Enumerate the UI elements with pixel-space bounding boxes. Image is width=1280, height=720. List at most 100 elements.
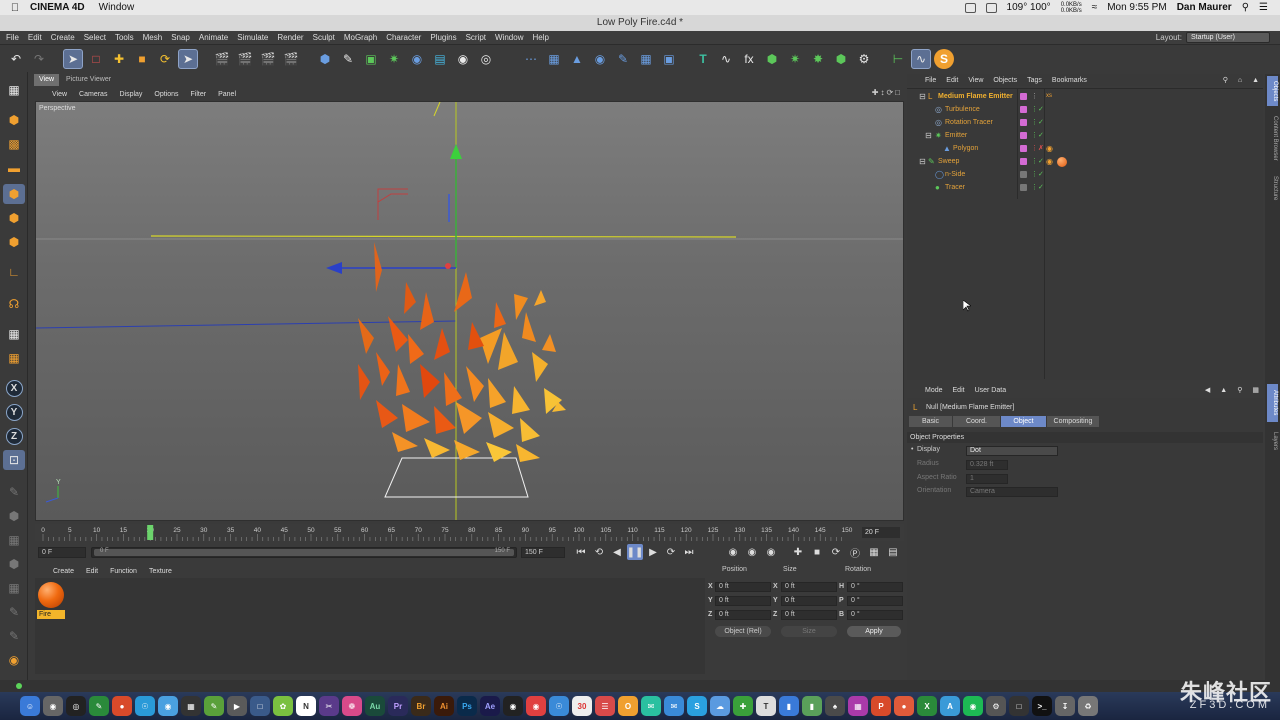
layer-color-tag[interactable] [1020,119,1027,126]
pause-icon[interactable]: ❚❚ [627,544,643,560]
undo-icon[interactable]: ↶ [6,49,26,69]
window-menu[interactable]: Window [99,2,135,13]
phong-tag-icon[interactable]: ◉ [1046,155,1053,168]
z-axis-lock-icon[interactable]: Z [3,426,25,446]
layout-select[interactable]: Startup (User) [1186,32,1270,43]
object-name[interactable]: Medium Flame Emitter [938,90,1013,103]
make-editable-icon[interactable]: ▦ [3,80,25,100]
om-menu-edit[interactable]: Edit [946,77,958,84]
network-monitor[interactable]: 0.0KB/s 0.0KB/s [1061,2,1082,14]
rotation-p-field[interactable]: 0 ° [847,596,903,606]
position-z-field[interactable]: 0 ft [715,610,771,620]
viewport-perspective[interactable]: Perspective Y [35,101,904,521]
collapse-icon[interactable]: ⊟ [919,90,926,103]
menu-help[interactable]: Help [532,33,548,42]
downloads-icon[interactable]: ↧ [1055,696,1075,716]
spline-tool-icon[interactable]: ∿ [716,49,736,69]
user-name[interactable]: Dan Maurer [1177,2,1232,13]
menu-create[interactable]: Create [51,33,75,42]
object-row[interactable]: ◎ Rotation Tracer ⋮✓ [907,116,1263,129]
fire-material-preview[interactable] [38,582,64,608]
pin-icon[interactable]: ✎ [3,626,25,646]
terminal-app-icon[interactable]: >_ [1032,696,1052,716]
disabled-check[interactable]: ⋮✗ [1031,142,1044,155]
leaf-icon[interactable]: ✿ [273,696,293,716]
search-icon[interactable]: ⚲ [1242,2,1249,13]
position-x-field[interactable]: 0 ft [715,582,771,592]
redo-icon[interactable]: ↷ [29,49,49,69]
fx-icon[interactable]: fx [739,49,759,69]
sketch-toon-icon[interactable]: S [934,49,954,69]
stats-icon[interactable]: ▮ [779,696,799,716]
menu-simulate[interactable]: Simulate [237,33,268,42]
layer-color-tag[interactable] [1020,132,1027,139]
camera-app-icon[interactable]: ◎ [66,696,86,716]
deformer-icon[interactable]: ◉ [407,49,427,69]
reminders-icon[interactable]: ☰ [595,696,615,716]
trash-icon[interactable]: ♻ [1078,696,1098,716]
fire-material-tag-icon[interactable] [1057,157,1067,167]
photos-icon[interactable]: ◉ [43,696,63,716]
notification-icon[interactable]: ☰ [1259,2,1268,13]
edges-mode-icon[interactable]: ⬢ [3,208,25,228]
viewport-menu-filter[interactable]: Filter [191,91,207,98]
object-row[interactable]: ● Tracer ⋮✓ [907,181,1263,194]
object-row[interactable]: ▲ Polygon ⋮✗ ◉ [907,142,1263,155]
rotate-icon[interactable]: ⟳ [155,49,175,69]
snap-enable-icon[interactable]: ◉ [3,650,25,670]
object-name[interactable]: Tracer [945,181,965,194]
material-menu-function[interactable]: Function [110,568,137,575]
menu-plugins[interactable]: Plugins [430,33,456,42]
menu-window[interactable]: Window [495,33,523,42]
plus-icon[interactable]: ✚ [733,696,753,716]
layer-color-tag[interactable] [1020,145,1027,152]
layer-color-tag[interactable] [1020,171,1027,178]
viewport-menu-panel[interactable]: Panel [218,91,236,98]
premiere-icon[interactable]: Pr [388,696,408,716]
wifi-icon[interactable]: ≈ [1092,2,1098,13]
chat-icon[interactable]: ✉ [664,696,684,716]
go-to-start-icon[interactable]: ⏮ [573,544,589,560]
object-name[interactable]: Turbulence [945,103,980,116]
rotation-key-icon[interactable]: ⟳ [828,544,844,560]
x-app-icon[interactable]: X [917,696,937,716]
collapse-icon[interactable]: ⊟ [925,129,932,142]
coord-mode-dropdown[interactable]: Object (Rel) [715,626,771,637]
record-active-icon[interactable]: ◉ [725,544,741,560]
display-dropdown[interactable]: Dot [966,446,1058,456]
skype-icon[interactable]: S [687,696,707,716]
side-tab-attributes[interactable]: Attributes [1267,384,1278,422]
tab-object[interactable]: Object [1001,416,1046,427]
utility-gear-icon[interactable]: ⚙ [986,696,1006,716]
enabled-check[interactable]: ⋮✓ [1031,103,1044,116]
apple-icon[interactable]:  [0,2,30,14]
rotation-b-field[interactable]: 0 ° [847,610,903,620]
model-mode-icon[interactable]: ⬢ [3,110,25,130]
tab-basic[interactable]: Basic [909,416,952,427]
radius-field[interactable]: 0.328 ft [966,460,1008,470]
snap-icon[interactable]: ▣ [659,49,679,69]
pin-app-icon[interactable]: ● [894,696,914,716]
side-tab-content-browser[interactable]: Content Browser [1267,108,1278,168]
timeline-window-icon[interactable]: ▤ [885,544,901,560]
purple-app-icon[interactable]: ▦ [848,696,868,716]
paint-icon[interactable]: ▦ [3,530,25,550]
render-view-icon[interactable]: 🎬 [212,49,232,69]
enabled-check[interactable]: ⋮✓ [1031,116,1044,129]
am-back-icon[interactable]: ◀ [1205,386,1210,394]
rectangle-selection-icon[interactable]: □ [86,49,106,69]
rotation-h-field[interactable]: 0 ° [847,582,903,592]
next-key-icon[interactable]: ⟳ [663,544,679,560]
menu-file[interactable]: File [6,33,19,42]
y-axis-lock-icon[interactable]: Y [3,402,25,422]
effector-icon[interactable]: ✷ [785,49,805,69]
safari-alt-icon[interactable]: ☉ [549,696,569,716]
polygons-mode-icon[interactable]: ▲ [567,49,587,69]
move-icon[interactable]: ✚ [109,49,129,69]
text-edit-icon[interactable]: T [756,696,776,716]
viewport-menu-view[interactable]: View [52,91,67,98]
model-mode-icon[interactable]: ◉ [590,49,610,69]
tab-coord[interactable]: Coord. [953,416,1000,427]
smooth-icon[interactable]: ⬢ [3,554,25,574]
enabled-check[interactable]: ⋮✓ [1031,155,1044,168]
